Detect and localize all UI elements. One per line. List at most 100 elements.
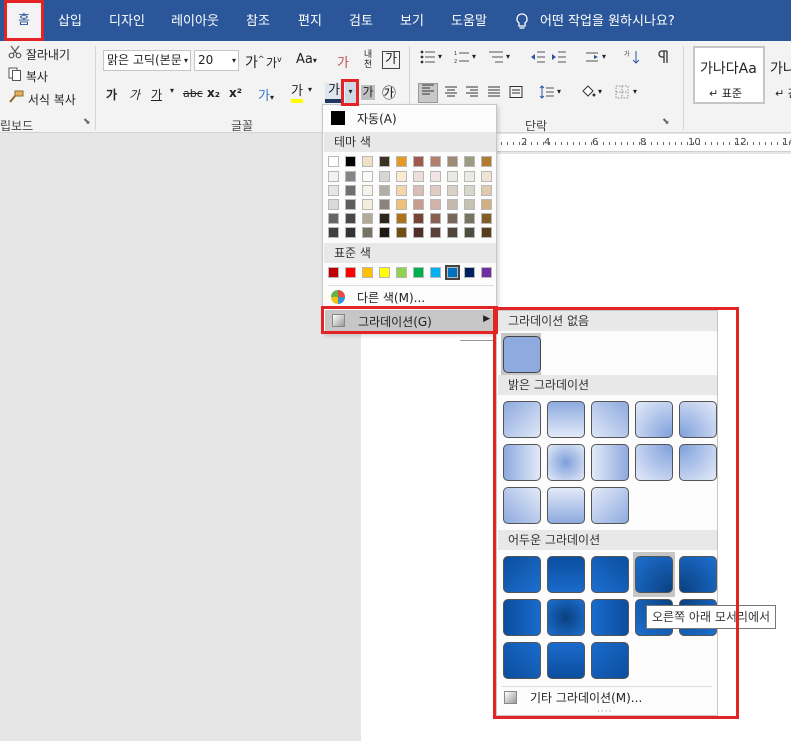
chevron-down-icon[interactable]: ▾ — [602, 52, 606, 61]
light-gradient-tile[interactable] — [503, 487, 541, 524]
no-gradient-tile[interactable] — [503, 336, 541, 373]
theme-color-swatch[interactable] — [328, 199, 339, 210]
theme-color-swatch[interactable] — [464, 185, 475, 196]
format-painter-button[interactable]: 서식 복사 — [8, 90, 76, 108]
tab-references[interactable]: 참조 — [240, 0, 276, 41]
chevron-down-icon[interactable]: ▾ — [170, 86, 174, 95]
dark-gradient-tile[interactable] — [591, 556, 629, 593]
dark-gradient-tile[interactable] — [503, 556, 541, 593]
dark-gradient-tile[interactable] — [547, 599, 585, 636]
style-normal[interactable]: 가나다Aa ↵ 표준 — [693, 46, 765, 104]
numbering-icon[interactable]: 12 — [454, 50, 470, 67]
standard-color-swatch[interactable] — [379, 267, 390, 278]
theme-color-swatch[interactable] — [481, 171, 492, 182]
light-gradient-tile[interactable] — [679, 444, 717, 481]
theme-color-swatch[interactable] — [464, 213, 475, 224]
tab-insert[interactable]: 삽입 — [52, 0, 88, 41]
theme-color-swatch[interactable] — [396, 185, 407, 196]
theme-color-swatch[interactable] — [362, 156, 373, 167]
light-gradient-tile[interactable] — [503, 401, 541, 438]
shrink-font-button[interactable]: 가v — [266, 54, 282, 71]
theme-color-swatch[interactable] — [430, 185, 441, 196]
theme-color-swatch[interactable] — [481, 227, 492, 238]
chevron-down-icon[interactable]: ▾ — [557, 87, 561, 96]
chevron-down-icon[interactable]: ▾ — [232, 51, 236, 70]
chevron-down-icon[interactable]: ▾ — [308, 85, 312, 94]
bullets-icon[interactable] — [420, 50, 436, 67]
theme-color-swatch[interactable] — [379, 171, 390, 182]
clear-format-button[interactable]: 가 — [337, 52, 349, 71]
dark-gradient-tile[interactable] — [547, 642, 585, 679]
phonetic-guide-button[interactable]: 내천 — [360, 50, 376, 70]
standard-color-swatch[interactable] — [430, 267, 441, 278]
theme-color-swatch[interactable] — [464, 199, 475, 210]
resize-grip-icon[interactable]: ···· — [597, 707, 612, 717]
auto-color-item[interactable]: 자동(A) — [357, 110, 397, 127]
theme-color-swatch[interactable] — [447, 156, 458, 167]
font-size-field[interactable]: 20 ▾ — [194, 50, 239, 71]
light-gradient-tile[interactable] — [591, 487, 629, 524]
font-color-dropdown[interactable]: ▾ — [345, 82, 356, 104]
borders-icon[interactable] — [614, 85, 630, 102]
grow-font-button[interactable]: 가^ — [245, 52, 265, 72]
dark-gradient-tile[interactable] — [679, 556, 717, 593]
theme-color-swatch[interactable] — [481, 185, 492, 196]
theme-color-swatch[interactable] — [464, 227, 475, 238]
paragraph-launcher-icon[interactable]: ⬊ — [662, 117, 670, 127]
theme-color-swatch[interactable] — [430, 171, 441, 182]
tab-view[interactable]: 보기 — [394, 0, 430, 41]
theme-color-swatch[interactable] — [413, 156, 424, 167]
more-colors-item[interactable]: 다른 색(M)... — [357, 289, 425, 306]
theme-color-swatch[interactable] — [447, 213, 458, 224]
theme-color-swatch[interactable] — [328, 213, 339, 224]
theme-color-swatch[interactable] — [413, 199, 424, 210]
theme-color-swatch[interactable] — [396, 156, 407, 167]
light-gradient-tile[interactable] — [591, 401, 629, 438]
theme-color-swatch[interactable] — [464, 156, 475, 167]
cut-button[interactable]: 잘라내기 — [8, 45, 70, 63]
line-spacing-icon[interactable] — [539, 85, 555, 102]
align-left-icon[interactable] — [418, 83, 438, 103]
theme-color-swatch[interactable] — [362, 213, 373, 224]
theme-color-swatch[interactable] — [430, 213, 441, 224]
sort-icon[interactable]: 가 — [624, 50, 640, 67]
theme-color-swatch[interactable] — [328, 171, 339, 182]
theme-color-swatch[interactable] — [413, 171, 424, 182]
theme-color-swatch[interactable] — [328, 156, 339, 167]
tab-review[interactable]: 검토 — [343, 0, 379, 41]
theme-color-swatch[interactable] — [328, 227, 339, 238]
light-gradient-tile[interactable] — [635, 444, 673, 481]
theme-color-swatch[interactable] — [447, 227, 458, 238]
light-gradient-tile[interactable] — [635, 401, 673, 438]
theme-color-swatch[interactable] — [396, 171, 407, 182]
theme-color-swatch[interactable] — [345, 171, 356, 182]
highlight-button[interactable]: 가 — [291, 84, 303, 103]
tab-mailings[interactable]: 편지 — [292, 0, 328, 41]
char-border-button[interactable]: 가 — [382, 51, 400, 69]
theme-color-swatch[interactable] — [379, 213, 390, 224]
dark-gradient-tile[interactable] — [547, 556, 585, 593]
theme-color-swatch[interactable] — [413, 213, 424, 224]
bold-button[interactable]: 가 — [106, 86, 117, 103]
theme-color-swatch[interactable] — [464, 171, 475, 182]
tell-me-search[interactable]: 어떤 작업을 원하시나요? — [540, 0, 680, 41]
chevron-down-icon[interactable]: ▾ — [633, 87, 637, 96]
tab-help[interactable]: 도움말 — [445, 0, 493, 41]
dark-gradient-tile[interactable] — [635, 556, 673, 593]
theme-color-swatch[interactable] — [345, 199, 356, 210]
align-right-icon[interactable] — [464, 86, 480, 101]
theme-color-swatch[interactable] — [379, 199, 390, 210]
light-gradient-tile[interactable] — [679, 401, 717, 438]
tab-layout[interactable]: 레이아웃 — [166, 0, 224, 41]
standard-color-swatch[interactable] — [328, 267, 339, 278]
clipboard-launcher-icon[interactable]: ⬊ — [83, 117, 91, 127]
text-direction-icon[interactable] — [584, 50, 600, 67]
shading-bucket-icon[interactable] — [580, 85, 596, 102]
lightbulb-icon[interactable] — [512, 0, 532, 41]
increase-indent-icon[interactable] — [551, 50, 567, 67]
standard-color-swatch[interactable] — [345, 267, 356, 278]
dark-gradient-tile[interactable] — [503, 599, 541, 636]
theme-color-swatch[interactable] — [481, 199, 492, 210]
theme-color-swatch[interactable] — [481, 156, 492, 167]
theme-color-swatch[interactable] — [379, 185, 390, 196]
